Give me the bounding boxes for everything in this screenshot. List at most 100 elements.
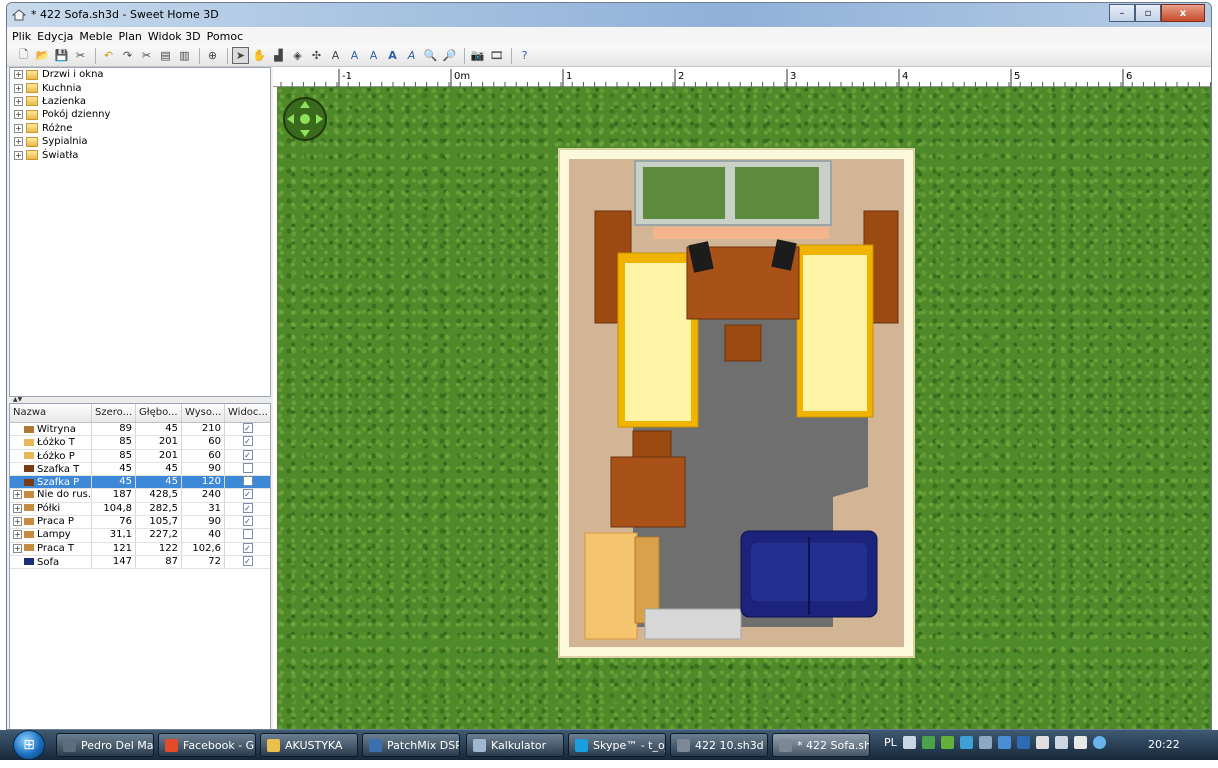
visible-checkbox[interactable] xyxy=(242,529,253,540)
catalog-category[interactable]: + Światła xyxy=(10,148,270,161)
nightstand[interactable] xyxy=(632,430,672,458)
taskbar-item[interactable]: Facebook - G... xyxy=(158,733,256,757)
title-bar[interactable]: * 422 Sofa.sh3d - Sweet Home 3D – ▫ x xyxy=(7,3,1211,27)
new-icon[interactable]: 🗋 xyxy=(15,47,32,64)
catalog-category[interactable]: + Kuchnia xyxy=(10,81,270,94)
copy-icon[interactable]: ▤ xyxy=(157,47,174,64)
catalog-category[interactable]: + Drzwi i okna xyxy=(10,68,270,81)
table-row[interactable]: + Praca P 76 105,7 90 ✓ xyxy=(10,516,270,530)
network-icon[interactable] xyxy=(978,736,992,749)
open-icon[interactable]: 📂 xyxy=(34,47,51,64)
window[interactable] xyxy=(634,160,832,239)
plan-view[interactable]: -1 0m 1 2 3 4 5 6 xyxy=(273,67,1211,729)
close-button[interactable]: x xyxy=(1161,4,1205,22)
furniture-table[interactable]: Nazwa Szero... Głębo... Wyso... Widoc...… xyxy=(9,403,271,729)
save-icon[interactable]: 💾 xyxy=(53,47,70,64)
table-row[interactable]: Szafka T 45 45 90 xyxy=(10,462,270,477)
pan-icon[interactable]: ✋ xyxy=(251,47,268,64)
monitor-icon[interactable] xyxy=(1054,736,1068,749)
menu-edit[interactable]: Edycja xyxy=(37,30,73,43)
visible-checkbox[interactable]: ✓ xyxy=(242,449,253,460)
preferences-icon[interactable]: ✂ xyxy=(72,47,89,64)
navigation-arrows-icon[interactable] xyxy=(283,97,327,141)
language-indicator[interactable]: PL xyxy=(884,736,897,749)
furniture-catalog-tree[interactable]: + Drzwi i okna + Kuchnia + Łazienka + Pokój … xyxy=(9,67,271,397)
expand-icon[interactable]: + xyxy=(13,517,22,527)
table-row[interactable]: + Półki 104,8 282,5 31 ✓ xyxy=(10,502,270,517)
taskbar-item[interactable]: * 422 Sofa.sh3... xyxy=(772,733,870,757)
sofa[interactable] xyxy=(740,530,878,618)
create-video-icon[interactable]: 🎞 xyxy=(488,47,505,64)
menu-file[interactable]: Plik xyxy=(12,30,31,43)
text-style-3-icon[interactable]: A xyxy=(384,47,401,64)
taskbar-item[interactable]: Skype™ - t_o_... xyxy=(568,733,666,757)
catalog-category[interactable]: + Pokój dzienny xyxy=(10,108,270,121)
create-dimensions-icon[interactable]: ✣ xyxy=(308,47,325,64)
app-tray-icon[interactable] xyxy=(959,736,973,749)
visible-checkbox[interactable]: ✓ xyxy=(242,542,253,553)
minimize-button[interactable]: – xyxy=(1109,4,1135,22)
cut-icon[interactable]: ✂ xyxy=(138,47,155,64)
visible-checkbox[interactable] xyxy=(242,476,253,487)
menu-help[interactable]: Pomoc xyxy=(207,30,243,43)
taskbar-item[interactable]: Pedro Del Mar... xyxy=(56,733,154,757)
visible-checkbox[interactable]: ✓ xyxy=(242,436,253,447)
taskbar-item[interactable]: 422 10.sh3d - ... xyxy=(670,733,768,757)
text-style-4-icon[interactable]: A xyxy=(403,47,420,64)
messenger-icon[interactable] xyxy=(997,736,1011,749)
expand-icon[interactable]: + xyxy=(14,150,23,160)
maximize-button[interactable]: ▫ xyxy=(1135,4,1161,22)
table-row[interactable]: + Lampy 31,1 227,2 40 xyxy=(10,529,270,543)
zoom-out-icon[interactable]: 🔎 xyxy=(441,47,458,64)
expand-icon[interactable]: + xyxy=(14,137,23,147)
keyboard-icon[interactable] xyxy=(902,736,916,749)
create-walls-icon[interactable]: ▟ xyxy=(270,47,287,64)
menu-3d-view[interactable]: Widok 3D xyxy=(148,30,201,43)
select-icon[interactable]: ➤ xyxy=(232,47,249,64)
table-row[interactable]: + Nie do rus... 187 428,5 240 ✓ xyxy=(10,489,270,503)
column-name[interactable]: Nazwa xyxy=(10,404,92,422)
expand-icon[interactable]: + xyxy=(14,110,23,120)
expand-icon[interactable]: + xyxy=(13,490,22,500)
taskbar-item[interactable]: PatchMix DSP xyxy=(362,733,460,757)
visible-checkbox[interactable]: ✓ xyxy=(242,502,253,513)
taskbar-item[interactable]: AKUSTYKA xyxy=(260,733,358,757)
visible-checkbox[interactable] xyxy=(242,462,253,473)
clock[interactable]: 20:22 xyxy=(1148,738,1180,751)
zoom-in-icon[interactable]: 🔍 xyxy=(422,47,439,64)
taskbar-item[interactable]: Kalkulator xyxy=(466,733,564,757)
menu-plan[interactable]: Plan xyxy=(119,30,142,43)
table-row[interactable]: + Praca T 121 122 102,6 ✓ xyxy=(10,542,270,556)
undo-icon[interactable]: ↶ xyxy=(100,47,117,64)
visible-checkbox[interactable]: ✓ xyxy=(242,516,253,527)
shield-icon[interactable] xyxy=(940,736,954,749)
update-icon[interactable] xyxy=(1092,736,1106,749)
table-row[interactable]: Łóżko P 85 201 60 ✓ xyxy=(10,449,270,463)
create-photo-icon[interactable]: 📷 xyxy=(469,47,486,64)
bars-icon[interactable] xyxy=(1016,736,1030,749)
redo-icon[interactable]: ↷ xyxy=(119,47,136,64)
checkmark-icon[interactable] xyxy=(921,736,935,749)
start-button[interactable]: ⊞ xyxy=(13,730,45,760)
expand-icon[interactable]: + xyxy=(13,543,22,553)
visible-checkbox[interactable]: ✓ xyxy=(242,489,253,500)
stool[interactable] xyxy=(724,324,762,362)
flag-icon[interactable] xyxy=(1035,736,1049,749)
work-table[interactable] xyxy=(610,456,686,528)
table-row[interactable]: Sofa 147 87 72 ✓ xyxy=(10,555,270,570)
paste-icon[interactable]: ▥ xyxy=(176,47,193,64)
visible-checkbox[interactable]: ✓ xyxy=(242,555,253,566)
column-width[interactable]: Szero... xyxy=(92,404,136,422)
create-rooms-icon[interactable]: ◈ xyxy=(289,47,306,64)
catalog-category[interactable]: + Różne xyxy=(10,122,270,135)
expand-icon[interactable]: + xyxy=(14,83,23,93)
column-visible[interactable]: Widoc... xyxy=(225,404,270,422)
expand-icon[interactable]: + xyxy=(14,70,23,80)
catalog-category[interactable]: + Łazienka xyxy=(10,95,270,108)
shelf-unit[interactable] xyxy=(584,532,638,640)
add-text-icon[interactable]: A xyxy=(327,47,344,64)
table-row[interactable]: Witryna 89 45 210 ✓ xyxy=(10,423,270,437)
text-style-1-icon[interactable]: A xyxy=(346,47,363,64)
text-style-2-icon[interactable]: A xyxy=(365,47,382,64)
column-depth[interactable]: Głębo... xyxy=(136,404,182,422)
